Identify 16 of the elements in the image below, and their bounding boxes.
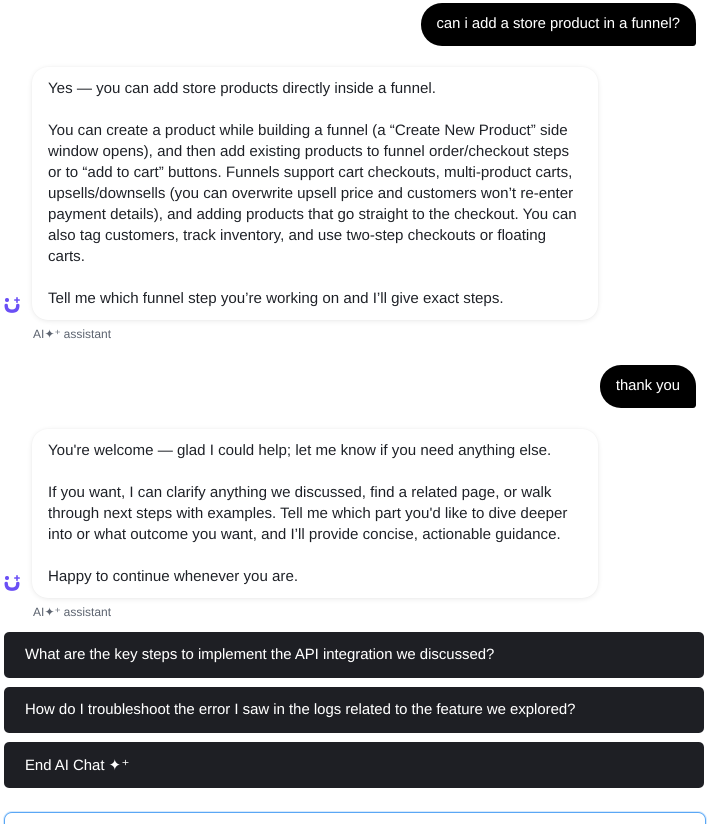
suggestion-button[interactable]: What are the key steps to implement the API integration we discussed? bbox=[4, 632, 704, 678]
smiley-icon bbox=[4, 575, 20, 591]
user-message-bubble: can i add a store product in a funnel? bbox=[420, 3, 696, 46]
message-paragraph: You're welcome — glad I could help; let me know if you need anything else. bbox=[48, 441, 552, 461]
suggestion-button[interactable]: How do I troubleshoot the error I saw in the logs related to the feature we explored? bbox=[4, 687, 704, 733]
message-paragraph: Yes — you can add store products directly inside a funnel. bbox=[48, 79, 437, 99]
user-message-bubble: thank you bbox=[600, 365, 696, 408]
message-paragraph: You can create a product while building a funnel (a “Create New Product” side window opens), and then add existing products to funnel order/checkout steps or to “add to cart” buttons. Funnels support cart checkouts, multi-product carts, upsells/downsells (you can overwrite upsell price and customers won’t re-enter payment details), and adding products that go straight to the checkout. You can also tag customers, track inventory, and use two-step checkouts or floating carts. bbox=[48, 121, 578, 267]
assistant-label: AI✦⁺ assistant bbox=[33, 604, 112, 620]
message-paragraph: Tell me which funnel step you’re working on and I’ll give exact steps. bbox=[48, 289, 505, 309]
suggestion-button[interactable]: End AI Chat ✦⁺ bbox=[4, 742, 704, 788]
message-input-field[interactable] bbox=[4, 812, 706, 824]
assistant-label: AI✦⁺ assistant bbox=[33, 326, 112, 342]
message-paragraph: If you want, I can clarify anything we discussed, find a related page, or walk through next steps with examples. Tell me which part you'd like to dive deeper into or what outcome you want, and I’ll provide concise, actionable guidance. bbox=[48, 483, 568, 545]
smiley-icon bbox=[4, 297, 20, 313]
message-paragraph: Happy to continue whenever you are. bbox=[48, 567, 300, 587]
